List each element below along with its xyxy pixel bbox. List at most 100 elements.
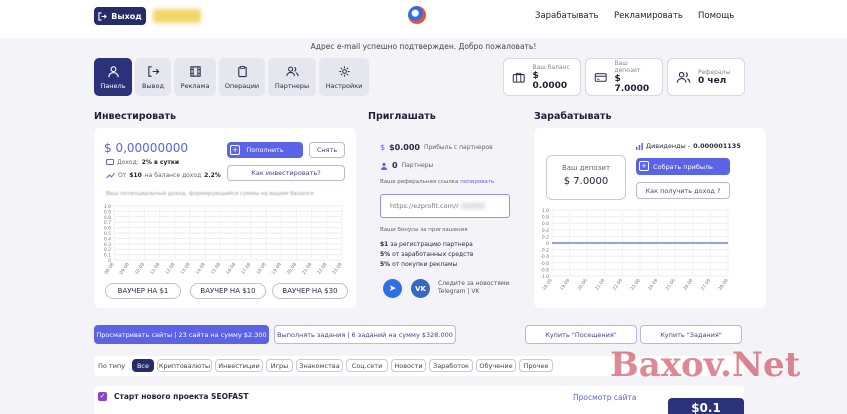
y-tick-label: -0.8: [540, 267, 549, 273]
filter-social[interactable]: Соц.сети: [346, 359, 388, 372]
email-confirmed-notice: Адрес e-mail успешно подтвержден. Добро …: [310, 42, 537, 51]
briefcase-icon: [512, 72, 525, 83]
x-tick-label: 16.08: [225, 262, 237, 276]
filter-other[interactable]: Прочее: [519, 359, 553, 372]
bonus-item: 5% от заработанных средств: [380, 251, 474, 258]
earn-deposit-label: Ваш депозит: [561, 164, 611, 172]
menu-withdraw-label: Вывод: [142, 81, 164, 90]
menu-withdraw[interactable]: Вывод: [135, 58, 171, 96]
menu-partners-label: Партнеры: [274, 81, 310, 90]
earn-title: Зарабатывать: [534, 111, 612, 122]
income-label: Доход:: [117, 158, 139, 166]
menu-ads[interactable]: Реклама: [174, 58, 216, 96]
vk-icon[interactable]: VK: [411, 279, 430, 298]
menu-panel[interactable]: Панель: [94, 58, 132, 96]
y-tick-label: 0.1: [104, 253, 111, 259]
y-tick-label: -0.4: [540, 254, 549, 260]
dollar-icon: $: [380, 143, 386, 152]
y-tick-label: 1.0: [542, 208, 549, 214]
how-earn-button[interactable]: Как получить доход ?: [636, 182, 730, 199]
nav-advertise[interactable]: Рекламировать: [614, 11, 683, 21]
profit-value: $0.000: [389, 143, 420, 152]
referrals-card: Рефералы 0 чел: [667, 58, 745, 96]
filter-earnings[interactable]: Заработок: [429, 359, 473, 372]
ref-id-blurred: [460, 203, 485, 209]
menu-partners[interactable]: Партнеры: [268, 58, 316, 96]
wallet-icon: [106, 158, 114, 166]
y-tick-label: 0.4: [104, 236, 111, 242]
copy-ref-link[interactable]: попировать: [460, 179, 494, 185]
nav-help[interactable]: Помощь: [698, 11, 734, 21]
earn-deposit-box: Ваш депозит $ 7.0000: [546, 155, 626, 200]
voucher-10-button[interactable]: ВАУЧЕР НА $10: [190, 283, 266, 299]
x-tick-label: 22.08: [316, 262, 328, 276]
x-tick-label: 20.08: [286, 262, 298, 276]
task-checkbox[interactable]: ✓: [98, 392, 107, 401]
filter-all[interactable]: Все: [132, 359, 154, 372]
x-tick-label: 21.06: [594, 278, 606, 292]
x-tick-label: 20.06: [577, 278, 589, 292]
buy-tasks-button[interactable]: Купить "Задания": [640, 325, 742, 344]
partners-value: 0: [392, 161, 398, 170]
view-sites-button[interactable]: Просматривать сайты | 23 сайта на сумму …: [94, 325, 269, 344]
partners-line: 0 Партнеры: [380, 161, 433, 170]
x-tick-label: 25.06: [665, 278, 677, 292]
menu-panel-label: Панель: [100, 81, 126, 90]
username-blurred: [153, 9, 201, 23]
x-tick-label: 24.06: [647, 278, 659, 292]
filter-crypto[interactable]: Криптовалюты: [157, 359, 212, 372]
users-icon: [285, 66, 299, 76]
withdraw-button[interactable]: Снять: [309, 142, 345, 158]
topup-label: Пополнить: [246, 146, 284, 154]
x-tick-label: 14.08: [195, 262, 207, 276]
site-logo[interactable]: [408, 6, 426, 24]
x-tick-label: 10.08: [134, 262, 146, 276]
x-tick-label: 08.08: [103, 262, 115, 276]
bonus-item: $1 за регистрацию партнера: [380, 241, 473, 248]
deposit-label: Ваш депозит: [614, 60, 641, 74]
x-tick-label: 11.08: [149, 262, 161, 276]
y-tick-label: 0.6: [542, 221, 549, 227]
x-tick-label: 19.06: [559, 278, 571, 292]
telegram-icon[interactable]: ➤: [383, 279, 402, 298]
partners-label: Партнеры: [401, 162, 434, 169]
income-line: Доход: 2% в сутки: [106, 158, 179, 166]
x-tick-label: 09.08: [119, 262, 131, 276]
filter-games[interactable]: Игры: [266, 359, 293, 372]
buy-visits-button[interactable]: Купить "Посещения": [525, 325, 637, 344]
logout-button[interactable]: Выход: [94, 7, 146, 25]
collect-profit-button[interactable]: + Собрать прибыль: [636, 158, 730, 175]
invest-chart: 1.00.90.80.70.60.50.40.30.20.1008.08 09.0…: [103, 204, 343, 276]
from-value: $10: [129, 172, 142, 179]
film-icon: [189, 65, 201, 77]
menu-operations[interactable]: Операции: [219, 58, 265, 96]
filter-education[interactable]: Обучение: [476, 359, 516, 372]
trend-up-icon: [106, 172, 115, 179]
task-title[interactable]: Старт нового проекта SEOFAST: [114, 392, 249, 401]
news-text: Следите за новостями Telegram | VK: [438, 280, 509, 296]
dividends-chart: 1.00.80.60.40.20-0.2-0.4-0.6-0.8-1.018.0…: [540, 208, 729, 292]
menu-settings-label: Настройки: [325, 81, 363, 90]
do-tasks-button[interactable]: Выполнять задания | 6 заданий на сумму $…: [274, 325, 456, 344]
balance-label: Ваш баланс: [532, 63, 570, 71]
ref-link-input[interactable]: https://ezprofit.com/r: [380, 194, 510, 218]
profit-label: Прибыль с партнеров: [423, 144, 493, 151]
menu-settings[interactable]: Настройки: [319, 58, 369, 96]
voucher-30-button[interactable]: ВАУЧЕР НА $30: [272, 283, 348, 299]
y-tick-label: 0: [546, 241, 549, 247]
nav-earn[interactable]: Зарабатывать: [535, 11, 599, 21]
topup-button[interactable]: + Пополнить: [227, 142, 303, 158]
logout-label: Выход: [111, 11, 142, 21]
invite-title: Приглашать: [368, 111, 436, 122]
voucher-1-button[interactable]: ВАУЧЕР НА $1: [105, 283, 181, 299]
filter-dating[interactable]: Знакомства: [296, 359, 343, 372]
how-invest-button[interactable]: Как инвестировать?: [227, 165, 345, 181]
ref-link-value: https://ezprofit.com/r: [390, 202, 459, 210]
clipboard-icon: [237, 65, 247, 77]
y-tick-label: -0.6: [540, 261, 549, 267]
filter-investments[interactable]: Инвестиции: [215, 359, 263, 372]
filter-news[interactable]: Новости: [391, 359, 426, 372]
y-tick-label: 0.5: [104, 231, 111, 237]
y-tick-label: 0.9: [104, 209, 111, 215]
task-view-link[interactable]: Просмотр сайта: [573, 393, 636, 402]
